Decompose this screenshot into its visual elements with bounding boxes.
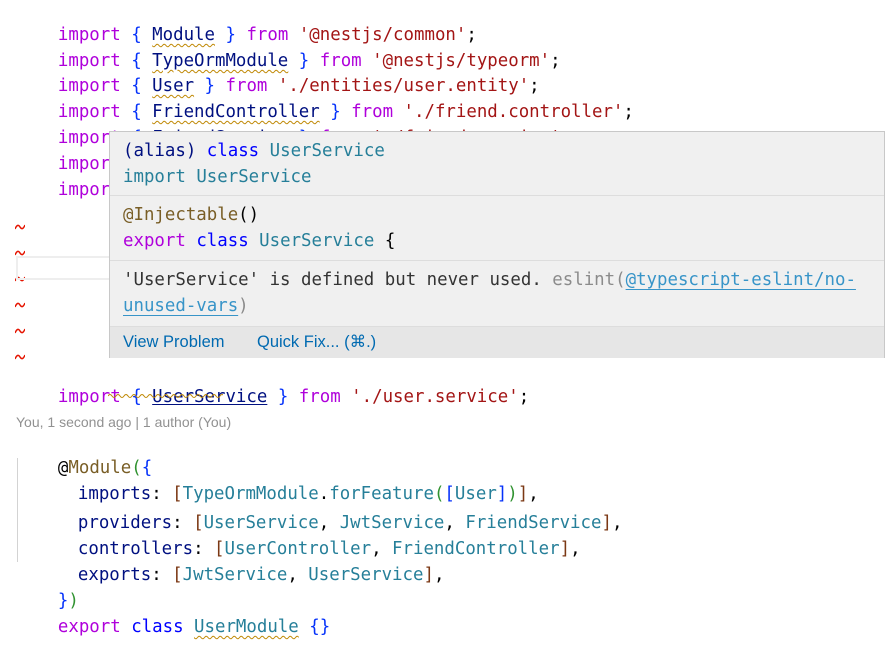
diagnostic-source: eslint( bbox=[552, 270, 626, 290]
decorator-name: @Injectable bbox=[123, 205, 239, 225]
code-line[interactable]: import { FriendController } from './frie… bbox=[16, 73, 634, 122]
class-name[interactable]: UserModule bbox=[194, 617, 299, 637]
type-ref: UserService bbox=[308, 565, 424, 585]
keyword: class bbox=[196, 231, 249, 251]
keyword: class bbox=[131, 617, 184, 637]
keyword: export bbox=[123, 231, 186, 251]
property-key: exports bbox=[77, 565, 152, 585]
hover-actions: View Problem Quick Fix... (⌘.) bbox=[110, 327, 884, 358]
diagnostic-line: unused-vars) bbox=[123, 293, 249, 319]
code-line[interactable]: }) bbox=[16, 562, 79, 611]
semicolon: ; bbox=[623, 102, 634, 122]
quick-fix-button[interactable]: Quick Fix... (⌘.) bbox=[257, 327, 376, 358]
semicolon: ; bbox=[550, 51, 561, 71]
keyword: export bbox=[57, 617, 121, 637]
module-path: './user.service' bbox=[351, 387, 519, 407]
brace: } bbox=[277, 387, 289, 407]
hover-popup[interactable]: (alias) class UserService import UserSer… bbox=[109, 131, 885, 358]
hover-signature: (alias) class UserService import UserSer… bbox=[110, 132, 884, 196]
keyword: class bbox=[206, 141, 260, 161]
view-problem-button[interactable]: View Problem bbox=[123, 327, 225, 358]
warning-squiggle bbox=[109, 122, 240, 137]
code-line[interactable]: exports: [JwtService, UserService], bbox=[36, 536, 445, 585]
current-line-highlight bbox=[16, 256, 116, 280]
signature-line: import UserService bbox=[123, 164, 311, 190]
code-line[interactable]: import { UserService } from './user.serv… bbox=[16, 358, 529, 407]
hover-diagnostic: 'UserService' is defined but never used.… bbox=[110, 261, 884, 327]
eslint-rule-link[interactable]: unused-vars bbox=[123, 296, 238, 316]
keyword: import bbox=[123, 167, 186, 187]
warning-squiggle bbox=[107, 380, 225, 406]
code-line[interactable]: imports: [TypeOrmModule.forFeature([User… bbox=[36, 455, 539, 504]
semicolon: ; bbox=[518, 387, 530, 407]
code-line[interactable]: import { TypeOrmModule } from '@nestjs/t… bbox=[16, 22, 561, 71]
diagnostic-message: 'UserService' is defined but never used. bbox=[123, 270, 542, 290]
code-line[interactable]: import { User } from './entities/user.en… bbox=[16, 47, 540, 96]
type-ref: JwtService bbox=[182, 565, 288, 585]
keyword: from bbox=[298, 387, 341, 407]
code-line[interactable]: controllers: [UserController, FriendCont… bbox=[36, 510, 581, 559]
parens: () bbox=[238, 205, 260, 225]
class-name: UserService bbox=[259, 231, 375, 251]
signature-line: (alias) class UserService bbox=[123, 138, 385, 164]
error-squiggle-icon bbox=[15, 224, 25, 230]
diagnostic-line: 'UserService' is defined but never used.… bbox=[123, 267, 856, 293]
code-line[interactable]: @Module({ bbox=[16, 429, 152, 478]
hover-declaration: @Injectable() export class UserService { bbox=[110, 196, 884, 261]
indent-guide bbox=[17, 458, 18, 562]
brace: {} bbox=[309, 617, 331, 637]
class-decl-line: export class UserService { bbox=[123, 228, 395, 254]
error-squiggle-icon bbox=[15, 302, 25, 308]
code-line[interactable]: export class UserModule {} bbox=[16, 588, 330, 637]
code-line[interactable]: import { FriendService } from './friend.… bbox=[16, 99, 571, 148]
eslint-rule-link[interactable]: @typescript-eslint/no- bbox=[626, 270, 856, 290]
error-squiggle-icon bbox=[15, 328, 25, 334]
brace: { bbox=[384, 231, 396, 251]
code-line[interactable]: import { Module } from '@nestjs/common'; bbox=[16, 0, 477, 45]
diagnostic-source: ) bbox=[238, 296, 249, 316]
code-line[interactable]: providers: [UserService, JwtService, Fri… bbox=[36, 484, 623, 533]
decorator-line: @Injectable() bbox=[123, 202, 259, 228]
alias-label: (alias) bbox=[123, 141, 197, 161]
class-name: UserService bbox=[269, 141, 385, 161]
class-name: UserService bbox=[196, 167, 312, 187]
